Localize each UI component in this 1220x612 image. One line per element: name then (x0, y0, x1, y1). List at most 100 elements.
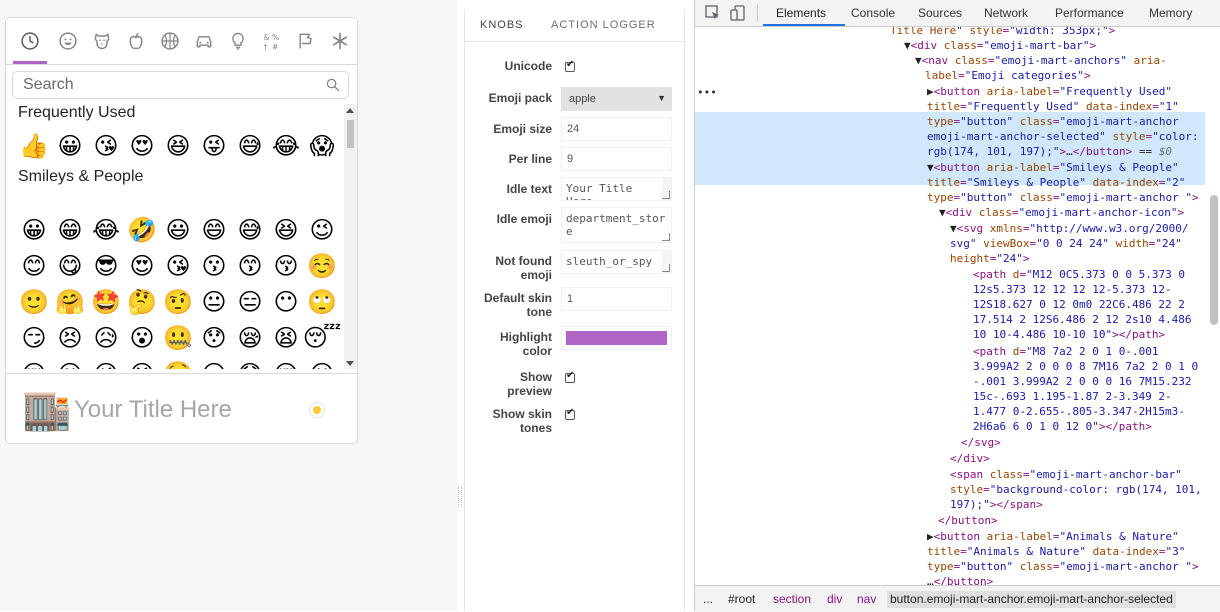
dom-line[interactable]: type="button" class="emoji-mart-anchor "… (927, 559, 1199, 574)
dom-line[interactable]: <span class="emoji-mart-anchor-bar" (950, 467, 1182, 482)
emoji-button[interactable]: 😀 (16, 212, 52, 248)
emoji-button[interactable]: 😄 (196, 212, 232, 248)
emoji-button[interactable]: 🤔 (124, 284, 160, 320)
unicode-checkbox[interactable] (565, 59, 575, 72)
dom-line[interactable]: type="button" class="emoji-mart-anchor (927, 114, 1179, 129)
emoji-button[interactable]: 🤐 (160, 320, 196, 356)
emoji-button[interactable]: 😱 (304, 128, 340, 164)
tab-performance[interactable]: Performance (1055, 6, 1124, 20)
emoji-button[interactable]: ☺️ (304, 248, 340, 284)
emoji-size-input[interactable]: 24 (561, 117, 672, 141)
emoji-button[interactable]: 🤨 (160, 284, 196, 320)
dom-line[interactable]: 12s5.373 12 12 12 12-5.373 12- (973, 282, 1172, 297)
emoji-button[interactable]: 😆 (268, 212, 304, 248)
dom-line[interactable]: <path d="M12 0C5.373 0 0 5.373 0 (973, 267, 1185, 282)
breadcrumb-more[interactable]: ... (703, 592, 713, 606)
dom-line[interactable]: title="Smileys & People" data-index="2" (927, 175, 1185, 190)
dom-line-selected[interactable]: ▶<button aria-label="Frequently Used" (927, 84, 1172, 99)
emoji-button[interactable]: 🤗 (52, 284, 88, 320)
breadcrumb-section[interactable]: section (773, 592, 811, 606)
resize-grip[interactable] (662, 233, 670, 241)
anchor-smileys-people[interactable] (51, 18, 85, 64)
scroll-up-arrow[interactable] (346, 108, 354, 113)
breadcrumb-selected-button[interactable]: button.emoji-mart-anchor.emoji-mart-anch… (887, 591, 1176, 608)
dom-line[interactable]: ▶<button aria-label="Animals & Nature" (927, 529, 1179, 544)
emoji-button[interactable]: 😗 (196, 248, 232, 284)
dom-line[interactable]: emoji-mart-anchor-selected" style="color… (927, 129, 1199, 144)
inspect-element-icon[interactable] (704, 4, 722, 22)
emoji-button[interactable]: 😕 (304, 356, 340, 370)
emoji-button[interactable]: 😅 (232, 212, 268, 248)
emoji-button[interactable]: 😯 (196, 320, 232, 356)
emoji-button[interactable]: 😘 (88, 128, 124, 164)
emoji-button[interactable]: 😥 (88, 320, 124, 356)
tab-network[interactable]: Network (984, 6, 1028, 20)
dom-line[interactable]: ▼<div class="emoji-mart-bar"> (904, 38, 1096, 53)
emoji-button[interactable]: 😓 (232, 356, 268, 370)
show-skin-checkbox[interactable] (565, 407, 575, 420)
emoji-button[interactable]: 😂 (268, 128, 304, 164)
dom-line[interactable]: title="Animals & Nature" data-index="3" (927, 544, 1185, 559)
dom-line[interactable]: Title Here" style="width: 353px;"> (890, 27, 1115, 38)
dom-line[interactable]: ▼<div class="emoji-mart-anchor-icon"> (939, 205, 1184, 220)
dom-line[interactable]: 1.477 0-2.655-.805-3.347-2H15m3- (973, 404, 1185, 419)
dom-line[interactable]: label="Emoji categories"> (925, 68, 1091, 83)
idle-text-textarea[interactable]: Your Title Here (561, 177, 672, 201)
breadcrumb-div[interactable]: div (827, 592, 842, 606)
emoji-button[interactable]: 😃 (160, 212, 196, 248)
node-more-dots[interactable]: ••• (697, 85, 717, 100)
dom-line[interactable]: 197);"></span> (950, 497, 1043, 512)
idle-emoji-textarea[interactable]: department_store (561, 207, 672, 243)
show-preview-checkbox[interactable] (565, 370, 575, 383)
emoji-button[interactable]: 😜 (196, 128, 232, 164)
emoji-button[interactable]: 😉 (304, 212, 340, 248)
anchor-custom[interactable] (323, 18, 357, 64)
device-toolbar-icon[interactable] (729, 4, 747, 22)
breadcrumb-nav[interactable]: nav (857, 592, 876, 606)
emoji-button[interactable]: 😋 (52, 248, 88, 284)
emoji-button[interactable]: 😫 (268, 320, 304, 356)
tab-knobs[interactable]: KNOBS (480, 19, 524, 31)
dom-line[interactable]: </svg> (961, 435, 1001, 450)
per-line-input[interactable]: 9 (561, 147, 672, 171)
emoji-button[interactable]: 😒 (196, 356, 232, 370)
anchor-food-drink[interactable] (119, 18, 153, 64)
emoji-button[interactable]: 😘 (160, 248, 196, 284)
not-found-textarea[interactable]: sleuth_or_spy (561, 250, 672, 274)
dom-line[interactable]: </button> (938, 513, 998, 528)
emoji-button[interactable]: 😙 (232, 248, 268, 284)
tab-action-logger[interactable]: ACTION LOGGER (551, 19, 656, 31)
dom-line[interactable]: svg" viewBox="0 0 24 24" width="24" (950, 236, 1182, 251)
skin-tone-swatch[interactable] (309, 402, 325, 418)
tab-elements[interactable]: Elements (776, 6, 826, 20)
anchor-objects[interactable] (221, 18, 255, 64)
dom-line[interactable]: …</button> (927, 574, 993, 585)
emoji-button[interactable]: 😀 (52, 128, 88, 164)
emoji-button[interactable]: 😍 (124, 248, 160, 284)
emoji-search-input[interactable] (13, 72, 323, 98)
dom-line[interactable]: 17.514 2 12S6.486 2 12 2s10 4.486 (973, 312, 1192, 327)
emoji-button[interactable]: 😎 (88, 248, 124, 284)
emoji-button[interactable]: 👍 (16, 128, 52, 164)
anchor-travel-places[interactable] (187, 18, 221, 64)
dom-line[interactable]: <path d="M8 7a2 2 0 1 0-.001 (973, 344, 1158, 359)
emoji-button[interactable]: 😏 (16, 320, 52, 356)
dom-line[interactable]: </div> (950, 451, 990, 466)
dom-line[interactable]: title="Frequently Used" data-index="1" (927, 99, 1179, 114)
emoji-button[interactable]: 😪 (232, 320, 268, 356)
dom-tree[interactable]: Title Here" style="width: 353px;"> ▼<div… (695, 27, 1205, 585)
dom-line[interactable]: rgb(174, 101, 197);">…</button> == $0 (927, 144, 1172, 159)
tab-console[interactable]: Console (851, 6, 895, 20)
emoji-scrollbar[interactable] (344, 104, 357, 369)
emoji-button[interactable]: 😑 (232, 284, 268, 320)
emoji-pack-select[interactable]: apple (561, 87, 672, 111)
emoji-button[interactable]: 🤩 (88, 284, 124, 320)
panel-splitter[interactable] (458, 487, 462, 507)
dom-line[interactable]: 2H6a6 6 0 1 0 12 0"></path> (973, 419, 1152, 434)
tab-sources[interactable]: Sources (918, 6, 962, 20)
scroll-down-arrow[interactable] (346, 361, 354, 366)
dom-line[interactable]: type="button" class="emoji-mart-anchor "… (927, 190, 1199, 205)
emoji-button[interactable]: 😚 (268, 248, 304, 284)
emoji-button[interactable]: 🙄 (304, 284, 340, 320)
emoji-button[interactable]: 😝 (124, 356, 160, 370)
